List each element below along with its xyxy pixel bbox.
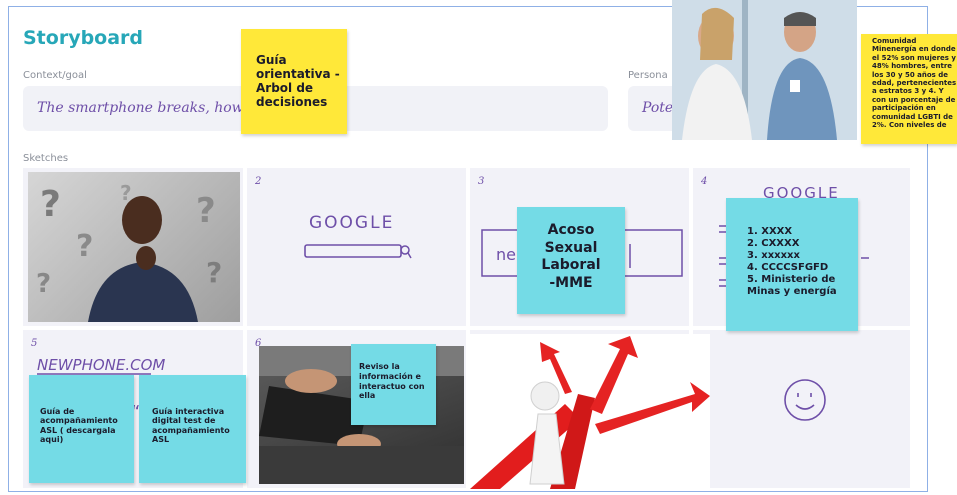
sketch-cell-8[interactable] xyxy=(693,330,910,488)
sticky-text: Comunidad Minenergía en donde el 52% son… xyxy=(872,37,957,130)
sketch-text: GOOGLE xyxy=(309,213,394,233)
storyboard-canvas: Storyboard Context/goal The smartphone b… xyxy=(0,0,957,495)
sketch-text: ne xyxy=(496,245,516,264)
sticky-text: Guía orientativa - Arbol de decisiones xyxy=(256,53,340,109)
sticky-line: -MME xyxy=(549,274,593,291)
sketches-label: Sketches xyxy=(23,153,69,164)
sticky-line: Sexual xyxy=(544,239,598,256)
list-item: 1. XXXX xyxy=(747,226,793,237)
sketch-cell-2[interactable]: 2 GOOGLE xyxy=(247,168,466,326)
sticky-comunidad[interactable]: Comunidad Minenergía en donde el 52% son… xyxy=(861,34,957,144)
page-title: Storyboard xyxy=(23,27,144,49)
business-people-photo xyxy=(672,0,857,140)
google-search-sketch: GOOGLE xyxy=(304,213,412,259)
context-label: Context/goal xyxy=(23,70,87,81)
sticky-text: Reviso la información e interactuo con e… xyxy=(359,362,425,401)
question-marks-image: ? ? ? ? ? ? xyxy=(36,181,222,322)
sticky-lista[interactable]: 1. XXXX 2. CXXXX 3. xxxxxx 4. CCCCSFGFD … xyxy=(726,198,858,331)
svg-text:?: ? xyxy=(196,191,216,231)
smiley-icon xyxy=(784,379,826,421)
crossroads-arrows-image xyxy=(470,336,710,489)
red-arrows-photo xyxy=(470,334,710,489)
sticky-text: Guía de acompañamiento ASL ( descargala … xyxy=(40,407,118,445)
list-item: 5. Ministerio de Minas y energía xyxy=(747,274,837,297)
svg-text:?: ? xyxy=(76,229,93,264)
sketch-text: NEWPHONE.COM xyxy=(37,356,165,374)
svg-text:?: ? xyxy=(40,184,61,225)
sticky-acoso-laboral[interactable]: Acoso Sexual Laboral -MME xyxy=(517,207,625,314)
list-item: 4. CCCCSFGFD xyxy=(747,262,829,273)
list-item: 3. xxxxxx xyxy=(747,250,800,261)
office-conversation-image xyxy=(672,0,857,140)
sticky-guia-interactiva[interactable]: Guía interactiva digital test de acompañ… xyxy=(139,375,246,483)
sticky-text: Guía interactiva digital test de acompañ… xyxy=(152,407,230,445)
svg-text:?: ? xyxy=(206,256,222,289)
svg-text:?: ? xyxy=(36,269,51,299)
list-item: 2. CXXXX xyxy=(747,238,800,249)
sticky-reviso[interactable]: Reviso la información e interactuo con e… xyxy=(351,344,436,425)
persona-label: Persona xyxy=(628,70,668,81)
sticky-line: Laboral xyxy=(541,257,601,273)
thinking-man-photo: ? ? ? ? ? ? xyxy=(28,172,240,322)
sticky-guia-orientativa[interactable]: Guía orientativa - Arbol de decisiones xyxy=(241,29,347,134)
sticky-guia-acompanamiento[interactable]: Guía de acompañamiento ASL ( descargala … xyxy=(29,375,134,483)
sticky-line: Acoso xyxy=(547,222,595,238)
